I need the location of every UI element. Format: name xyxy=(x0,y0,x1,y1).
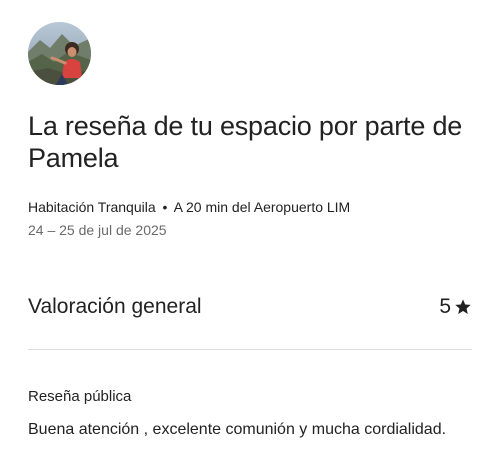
overall-rating-label: Valoración general xyxy=(28,295,202,318)
separator-dot: • xyxy=(162,199,168,215)
section-divider xyxy=(28,349,472,350)
overall-rating-value: 5 xyxy=(439,295,451,318)
public-review-label: Reseña pública xyxy=(28,388,132,405)
stay-dates: 24 – 25 de jul de 2025 xyxy=(28,222,167,238)
avatar[interactable] xyxy=(28,22,91,85)
overall-rating-row: Valoración general 5 xyxy=(28,293,472,321)
overall-rating: 5 xyxy=(439,295,472,319)
listing-info: Habitación Tranquila • A 20 min del Aero… xyxy=(28,198,350,216)
public-review-text: Buena atención , excelente comunión y mu… xyxy=(28,421,447,438)
star-icon xyxy=(454,298,472,316)
listing-location: A 20 min del Aeropuerto LIM xyxy=(173,199,351,215)
page-title: La reseña de tu espacio por parte de Pam… xyxy=(28,111,463,173)
reviewer-photo xyxy=(28,22,91,85)
listing-name: Habitación Tranquila xyxy=(28,199,156,215)
